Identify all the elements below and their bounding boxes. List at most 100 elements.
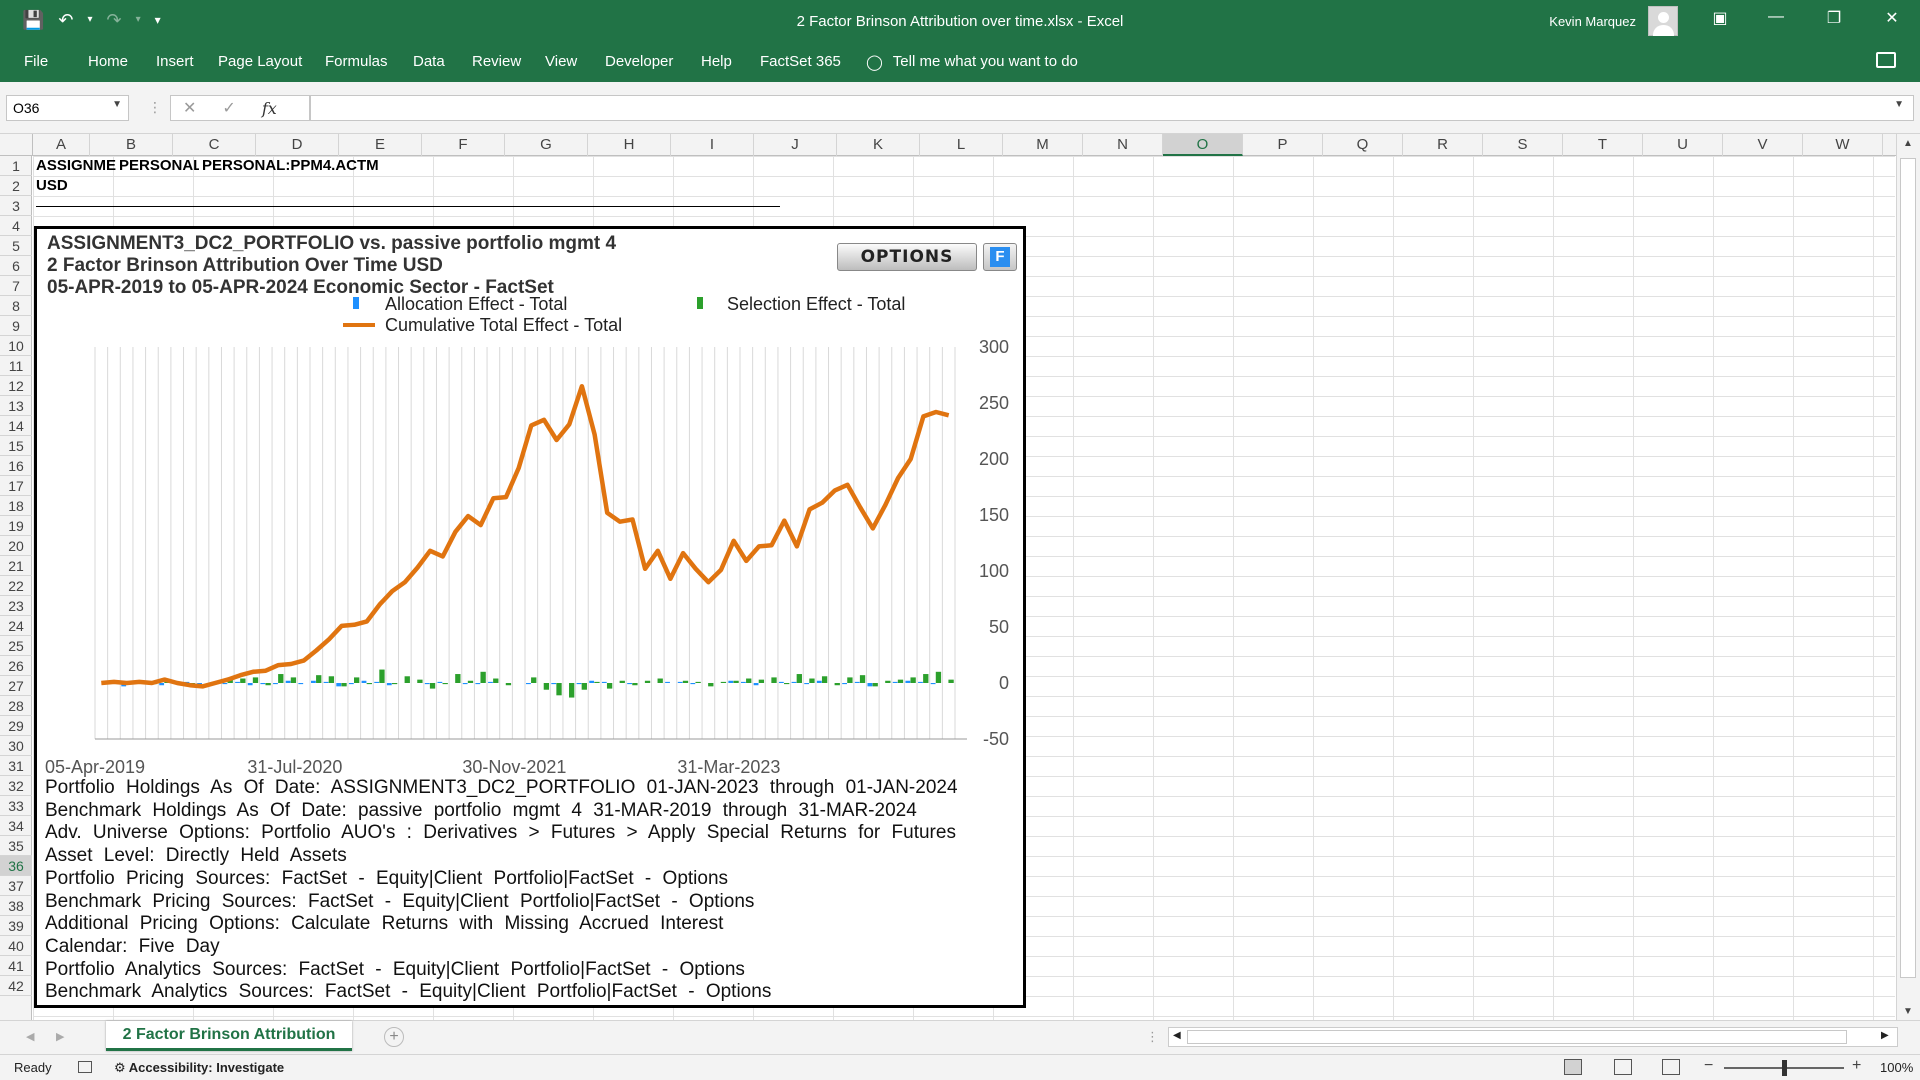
column-header-n[interactable]: N <box>1083 134 1163 156</box>
row-header-27[interactable]: 27 <box>0 676 32 696</box>
select-all-corner[interactable] <box>0 134 33 156</box>
row-header-41[interactable]: 41 <box>0 956 32 976</box>
row-header-34[interactable]: 34 <box>0 816 32 836</box>
tab-file[interactable]: File <box>24 53 48 70</box>
tab-review[interactable]: Review <box>472 53 521 70</box>
column-header-l[interactable]: L <box>920 134 1003 156</box>
row-header-36[interactable]: 36 <box>0 856 32 876</box>
row-header-23[interactable]: 23 <box>0 596 32 616</box>
row-header-13[interactable]: 13 <box>0 396 32 416</box>
row-header-19[interactable]: 19 <box>0 516 32 536</box>
cell-a2[interactable]: USD <box>36 177 68 194</box>
row-header-14[interactable]: 14 <box>0 416 32 436</box>
tab-splitter-icon[interactable]: ⋮ <box>1146 1029 1159 1045</box>
restore-icon[interactable]: ❐ <box>1814 8 1854 28</box>
scroll-right-icon[interactable]: ▶ <box>1881 1030 1889 1041</box>
scroll-left-icon[interactable]: ◀ <box>1173 1030 1181 1041</box>
column-header-c[interactable]: C <box>173 134 256 156</box>
zoom-level[interactable]: 100% <box>1880 1060 1913 1075</box>
tell-me-box[interactable]: ◯ Tell me what you want to do <box>866 53 1078 71</box>
row-header-2[interactable]: 2 <box>0 176 32 196</box>
column-header-g[interactable]: G <box>505 134 588 156</box>
column-header-s[interactable]: S <box>1483 134 1563 156</box>
tab-insert[interactable]: Insert <box>156 53 194 70</box>
tab-home[interactable]: Home <box>88 53 128 70</box>
row-header-32[interactable]: 32 <box>0 776 32 796</box>
page-layout-view-icon[interactable] <box>1614 1059 1632 1075</box>
chevron-down-icon[interactable]: ▼ <box>112 99 122 110</box>
row-header-3[interactable]: 3 <box>0 196 32 216</box>
horizontal-scroll-thumb[interactable] <box>1187 1030 1847 1044</box>
column-header-m[interactable]: M <box>1003 134 1083 156</box>
tab-page-layout[interactable]: Page Layout <box>218 53 302 70</box>
zoom-out-icon[interactable]: − <box>1704 1057 1713 1075</box>
column-header-b[interactable]: B <box>90 134 173 156</box>
column-header-i[interactable]: I <box>671 134 754 156</box>
expand-formula-bar-icon[interactable]: ▼ <box>1894 99 1904 110</box>
row-header-18[interactable]: 18 <box>0 496 32 516</box>
zoom-in-icon[interactable]: + <box>1852 1057 1861 1075</box>
row-header-7[interactable]: 7 <box>0 276 32 296</box>
row-header-31[interactable]: 31 <box>0 756 32 776</box>
name-box[interactable]: O36 ▼ <box>6 95 129 121</box>
row-header-17[interactable]: 17 <box>0 476 32 496</box>
tab-formulas[interactable]: Formulas <box>325 53 388 70</box>
enter-icon[interactable]: ✓ <box>222 98 235 118</box>
row-header-22[interactable]: 22 <box>0 576 32 596</box>
comments-icon[interactable] <box>1876 52 1896 68</box>
column-header-h[interactable]: H <box>588 134 671 156</box>
prev-sheet-icon[interactable]: ◀ <box>26 1030 34 1043</box>
tab-developer[interactable]: Developer <box>605 53 673 70</box>
row-header-39[interactable]: 39 <box>0 916 32 936</box>
tab-factset-365[interactable]: FactSet 365 <box>760 53 841 70</box>
horizontal-scrollbar[interactable]: ◀ ▶ <box>1168 1027 1898 1047</box>
row-header-9[interactable]: 9 <box>0 316 32 336</box>
minimize-icon[interactable]: — <box>1756 8 1796 26</box>
macro-record-icon[interactable] <box>78 1061 92 1073</box>
row-header-8[interactable]: 8 <box>0 296 32 316</box>
tab-data[interactable]: Data <box>413 53 445 70</box>
accessibility-status[interactable]: ⚙ Accessibility: Investigate <box>114 1060 284 1076</box>
row-header-29[interactable]: 29 <box>0 716 32 736</box>
row-header-12[interactable]: 12 <box>0 376 32 396</box>
column-header-t[interactable]: T <box>1563 134 1643 156</box>
attribution-chart[interactable]: ASSIGNMENT3_DC2_PORTFOLIO vs. passive po… <box>34 226 1026 1008</box>
row-header-4[interactable]: 4 <box>0 216 32 236</box>
row-header-35[interactable]: 35 <box>0 836 32 856</box>
row-header-21[interactable]: 21 <box>0 556 32 576</box>
row-header-25[interactable]: 25 <box>0 636 32 656</box>
formula-input[interactable] <box>310 95 1914 121</box>
tab-view[interactable]: View <box>545 53 577 70</box>
vertical-scrollbar[interactable]: ▲ ▼ <box>1896 134 1920 1028</box>
column-header-w[interactable]: W <box>1803 134 1883 156</box>
column-header-q[interactable]: Q <box>1323 134 1403 156</box>
row-header-37[interactable]: 37 <box>0 876 32 896</box>
row-header-6[interactable]: 6 <box>0 256 32 276</box>
sheet-tab-2-factor-brinson[interactable]: 2 Factor Brinson Attribution <box>106 1021 352 1051</box>
column-header-v[interactable]: V <box>1723 134 1803 156</box>
ribbon-display-options-icon[interactable]: ▣ <box>1700 8 1740 28</box>
row-header-10[interactable]: 10 <box>0 336 32 356</box>
row-header-5[interactable]: 5 <box>0 236 32 256</box>
page-break-view-icon[interactable] <box>1662 1059 1680 1075</box>
column-header-d[interactable]: D <box>256 134 339 156</box>
next-sheet-icon[interactable]: ▶ <box>56 1030 64 1043</box>
close-icon[interactable]: ✕ <box>1872 8 1912 28</box>
vertical-scroll-thumb[interactable] <box>1900 158 1916 978</box>
column-header-r[interactable]: R <box>1403 134 1483 156</box>
row-header-38[interactable]: 38 <box>0 896 32 916</box>
scroll-up-icon[interactable]: ▲ <box>1903 138 1913 149</box>
row-header-42[interactable]: 42 <box>0 976 32 996</box>
row-header-33[interactable]: 33 <box>0 796 32 816</box>
row-header-24[interactable]: 24 <box>0 616 32 636</box>
row-header-20[interactable]: 20 <box>0 536 32 556</box>
column-header-p[interactable]: P <box>1243 134 1323 156</box>
row-header-16[interactable]: 16 <box>0 456 32 476</box>
column-header-u[interactable]: U <box>1643 134 1723 156</box>
column-header-j[interactable]: J <box>754 134 837 156</box>
row-header-40[interactable]: 40 <box>0 936 32 956</box>
row-header-1[interactable]: 1 <box>0 156 32 176</box>
row-header-11[interactable]: 11 <box>0 356 32 376</box>
cell-a1[interactable]: ASSIGNMENT3_DC2_PORTFOLIO <box>36 157 116 174</box>
cell-b1[interactable]: PERSONAL:PPM4.ACTM <box>119 157 199 174</box>
